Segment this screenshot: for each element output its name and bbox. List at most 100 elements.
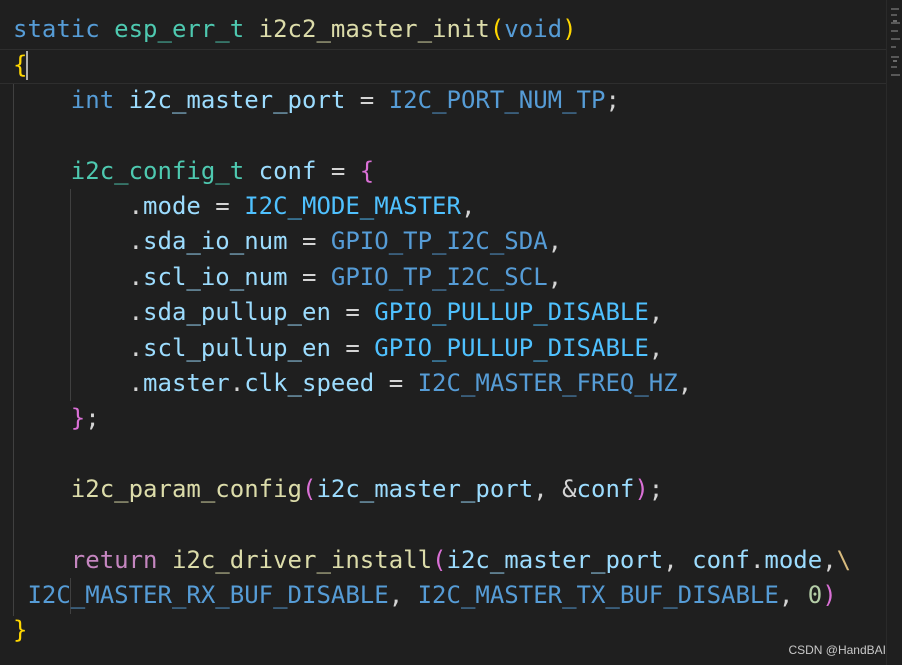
keyword-token: void bbox=[504, 15, 563, 43]
code-line-8[interactable]: .scl_io_num = GPIO_TP_I2C_SCL, bbox=[13, 260, 563, 295]
code-line-12[interactable]: }; bbox=[13, 401, 100, 436]
scrollbar-marker bbox=[893, 20, 897, 22]
paren-token: ) bbox=[562, 15, 577, 43]
type-token: esp_err_t bbox=[114, 15, 245, 43]
member-dot-token: . bbox=[13, 227, 144, 255]
operator-token: = bbox=[345, 86, 389, 114]
field-token: sda_pullup_en bbox=[143, 298, 331, 326]
code-line-17[interactable]: I2C_MASTER_RX_BUF_DISABLE, I2C_MASTER_TX… bbox=[13, 578, 836, 613]
field-token: scl_io_num bbox=[143, 263, 288, 291]
minimap[interactable] bbox=[886, 0, 902, 665]
variable-token: i2c_master_port bbox=[446, 546, 664, 574]
minimap-line bbox=[891, 46, 896, 48]
minimap-line bbox=[891, 66, 897, 68]
paren-token: ( bbox=[489, 15, 505, 43]
type-token: i2c_config_t bbox=[70, 157, 245, 185]
operator-token: , & bbox=[533, 475, 577, 503]
keyword-token: static bbox=[13, 15, 100, 43]
paren-token: ( bbox=[301, 475, 317, 503]
comma-token: , bbox=[677, 369, 693, 397]
field-token: master bbox=[143, 369, 230, 397]
code-line-6[interactable]: .mode = I2C_MODE_MASTER, bbox=[13, 189, 476, 224]
keyword-token: int bbox=[70, 86, 115, 114]
constant-token: GPIO_PULLUP_DISABLE bbox=[374, 298, 649, 326]
code-line-18[interactable]: } bbox=[13, 613, 27, 648]
constant-token: GPIO_PULLUP_DISABLE bbox=[374, 334, 649, 362]
comma-token: , bbox=[547, 263, 563, 291]
comma-token: , bbox=[822, 546, 837, 574]
indent-token bbox=[13, 86, 71, 114]
minimap-line bbox=[891, 22, 900, 24]
macro-token: I2C_MASTER_TX_BUF_DISABLE bbox=[417, 581, 779, 609]
comma-token: , bbox=[388, 581, 418, 609]
code-line-14[interactable]: i2c_param_config(i2c_master_port, &conf)… bbox=[13, 472, 663, 507]
field-token: mode bbox=[143, 192, 201, 220]
macro-token: GPIO_TP_I2C_SCL bbox=[330, 263, 548, 291]
operator-token: = bbox=[374, 369, 418, 397]
operator-token: = bbox=[330, 298, 375, 326]
indent-token bbox=[13, 475, 71, 503]
member-dot-token: . bbox=[749, 546, 765, 574]
operator-token: = bbox=[287, 227, 331, 255]
variable-token: i2c_master_port bbox=[316, 475, 534, 503]
comma-token: , bbox=[547, 227, 563, 255]
operator-token: = bbox=[200, 192, 245, 220]
text-cursor bbox=[26, 51, 28, 80]
function-name-token: i2c_param_config bbox=[70, 475, 302, 503]
macro-token: I2C_PORT_NUM_TP bbox=[388, 86, 606, 114]
code-line-16[interactable]: return i2c_driver_install(i2c_master_por… bbox=[13, 543, 851, 578]
member-dot-token: . bbox=[229, 369, 245, 397]
comma-token: , bbox=[460, 192, 476, 220]
member-dot-token: . bbox=[13, 192, 144, 220]
paren-token: ( bbox=[432, 546, 447, 574]
field-token: sda_io_num bbox=[143, 227, 288, 255]
semicolon-token: ; bbox=[605, 86, 620, 114]
member-dot-token: . bbox=[13, 298, 144, 326]
minimap-line bbox=[891, 30, 898, 32]
comma-token: , bbox=[778, 581, 808, 609]
field-token: clk_speed bbox=[244, 369, 375, 397]
comma-token: , bbox=[648, 298, 664, 326]
code-line-7[interactable]: .sda_io_num = GPIO_TP_I2C_SDA, bbox=[13, 224, 563, 259]
macro-token: I2C_MASTER_RX_BUF_DISABLE bbox=[27, 581, 389, 609]
code-line-10[interactable]: .scl_pullup_en = GPIO_PULLUP_DISABLE, bbox=[13, 331, 664, 366]
brace-token: } bbox=[13, 616, 28, 644]
macro-token: I2C_MASTER_FREQ_HZ bbox=[417, 369, 678, 397]
member-dot-token: . bbox=[13, 334, 144, 362]
number-token: 0 bbox=[807, 581, 823, 609]
indent-token bbox=[13, 404, 71, 432]
brace-token: } bbox=[70, 404, 86, 432]
comma-token: , bbox=[663, 546, 693, 574]
operator-token: = bbox=[287, 263, 331, 291]
minimap-line bbox=[891, 8, 899, 10]
operator-token: = bbox=[316, 157, 360, 185]
code-line-9[interactable]: .sda_pullup_en = GPIO_PULLUP_DISABLE, bbox=[13, 295, 664, 330]
code-line-5[interactable]: i2c_config_t conf = { bbox=[13, 154, 374, 189]
code-line-1[interactable]: static esp_err_t i2c2_master_init(void) bbox=[13, 12, 577, 47]
brace-token: { bbox=[359, 157, 375, 185]
paren-token: ) bbox=[634, 475, 649, 503]
minimap-line bbox=[891, 56, 899, 58]
minimap-line bbox=[891, 14, 897, 16]
macro-token: GPIO_TP_I2C_SDA bbox=[330, 227, 548, 255]
code-line-11[interactable]: .master.clk_speed = I2C_MASTER_FREQ_HZ, bbox=[13, 366, 693, 401]
function-name-token: i2c2_master_init bbox=[258, 15, 490, 43]
member-dot-token: . bbox=[13, 369, 144, 397]
operator-token: = bbox=[330, 334, 375, 362]
code-editor[interactable]: static esp_err_t i2c2_master_init(void) … bbox=[0, 0, 902, 665]
scrollbar-marker bbox=[893, 60, 897, 62]
code-line-3[interactable]: int i2c_master_port = I2C_PORT_NUM_TP; bbox=[13, 83, 620, 118]
minimap-line bbox=[891, 38, 900, 40]
member-dot-token: . bbox=[13, 263, 144, 291]
function-name-token: i2c_driver_install bbox=[171, 546, 433, 574]
control-keyword-token: return bbox=[70, 546, 158, 574]
field-token: mode bbox=[764, 546, 823, 574]
variable-token: conf bbox=[258, 157, 317, 185]
watermark: CSDN @HandBAI bbox=[788, 643, 886, 657]
